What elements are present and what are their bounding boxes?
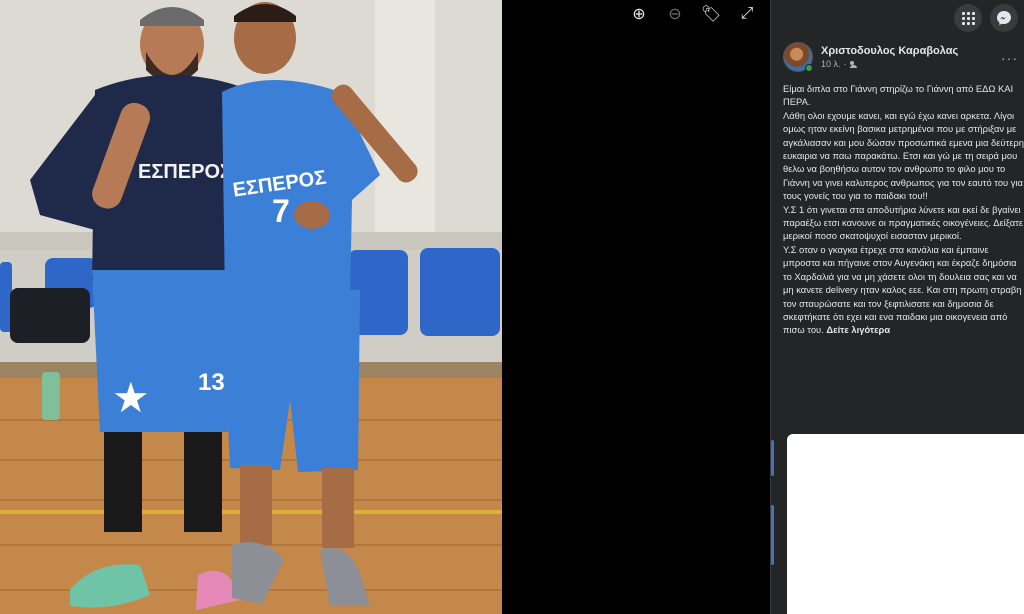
tag-icon[interactable]: 🏷 — [698, 4, 724, 24]
post-header: Χριστοδουλος Καραβολας 10 λ. · ··· — [771, 36, 1024, 78]
post-photo: ΕΣΠΕΡΟΣ 13 ★ ΕΣΠΕΡΟΣ 7 — [0, 0, 502, 614]
post-meta: 10 λ. · — [821, 59, 958, 69]
panel-top-bar — [771, 0, 1024, 36]
friends-icon — [849, 60, 858, 68]
fullscreen-icon[interactable]: ⤢ — [734, 4, 760, 24]
grid-menu-icon[interactable] — [954, 4, 982, 32]
zoom-out-icon[interactable]: ⊖ — [662, 4, 688, 24]
post-body-text: Είμαι διπλα στο Γιάννη στηρίζω το Γιάννη… — [783, 83, 1024, 336]
online-status-dot — [805, 64, 813, 72]
viewer-toolbar: ⊕ ⊖ 🏷 ⤢ — [626, 4, 760, 24]
shorts-number: 13 — [198, 369, 225, 396]
scrollbar-thumb-lower[interactable] — [771, 505, 774, 565]
left-shirt-text: ΕΣΠΕΡΟΣ — [138, 161, 232, 183]
comment-area — [787, 434, 1024, 614]
messenger-icon[interactable] — [990, 4, 1018, 32]
photo-illustration: ΕΣΠΕΡΟΣ 13 ★ ΕΣΠΕΡΟΣ 7 — [0, 0, 502, 614]
post-timestamp[interactable]: 10 λ. — [821, 59, 841, 69]
zoom-in-icon[interactable]: ⊕ — [626, 4, 652, 24]
svg-text:★: ★ — [112, 374, 150, 421]
avatar[interactable] — [783, 42, 813, 72]
jersey-number: 7 — [272, 193, 290, 229]
post-author-name[interactable]: Χριστοδουλος Καραβολας — [821, 45, 958, 57]
viewer-background — [502, 0, 770, 614]
scrollbar-thumb[interactable] — [771, 440, 774, 476]
more-options-button[interactable]: ··· — [1001, 50, 1018, 66]
post-side-panel: Χριστοδουλος Καραβολας 10 λ. · ··· Είμαι… — [770, 0, 1024, 614]
post-body: Είμαι διπλα στο Γιάννη στηρίζω το Γιάννη… — [771, 78, 1024, 337]
see-less-link[interactable]: Δείτε λιγότερα — [826, 324, 890, 335]
